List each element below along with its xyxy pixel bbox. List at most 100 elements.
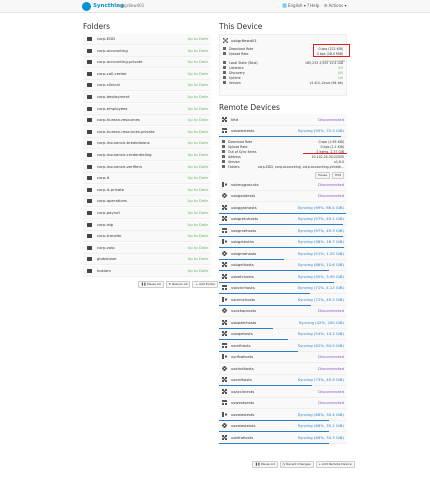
detail-key-label: Download Rate	[229, 46, 254, 51]
detail-key: Upload Rate	[223, 52, 317, 56]
detail-key: Folders	[222, 165, 258, 169]
remote-device-row[interactable]: usbwestests Syncing (95%, 75.3 GiB)	[219, 125, 347, 137]
add-folder-button[interactable]: + Add Folder	[192, 281, 219, 288]
remote-device-row[interactable]: usbgalatests Disconnected	[219, 190, 347, 202]
folder-name: corp-accounting-private	[97, 59, 143, 65]
folder-row[interactable]: corp-employees Up to Date	[83, 103, 211, 115]
detail-key: Discovery	[223, 71, 338, 75]
plus-icon: +	[318, 462, 322, 466]
folder-status: Up to Date	[187, 233, 209, 239]
remote-device-row[interactable]: usbgmahosts Syncing (51%, 1.25 GiB)	[219, 248, 347, 260]
remote-device-row[interactable]: usmmchosts Syncing (72%, 49.2 GiB)	[219, 294, 347, 306]
device-name: usbwestests	[231, 128, 255, 134]
device-status: Syncing (54%, 14.2 GiB)	[297, 331, 344, 337]
remote-device-row[interactable]: usbggrahosts Syncing (99%, 66.4 GiB)	[219, 202, 347, 214]
folder-row[interactable]: corp-call-center Up to Date	[83, 68, 211, 80]
folder-name: kustom	[97, 268, 111, 273]
device-status: Disconnected	[318, 193, 344, 199]
remote-device-row[interactable]: usacclinests Disconnected	[219, 386, 347, 398]
remote-device-row[interactable]: usmfhosts Syncing (62%, 84.9 GiB)	[219, 340, 347, 352]
remote-device-row[interactable]: usrfbahosts Disconnected	[219, 351, 347, 363]
folder-row[interactable]: corp-accounting-private Up to Date	[83, 57, 211, 69]
remote-device-row[interactable]: uswestsests Disconnected	[219, 397, 347, 409]
recent-changes-button[interactable]: ◷ Recent Changes	[279, 461, 314, 468]
folder-row[interactable]: corp-deployment Up to Date	[83, 92, 211, 103]
folder-row[interactable]: corp-insurance-verifiers Up to Date	[83, 161, 211, 173]
device-status: Syncing (71%, 4.13 GiB)	[297, 285, 344, 291]
folder-row[interactable]: corp-it Up to Date	[83, 173, 211, 185]
device-status: Syncing (86%, 35.2 GiB)	[297, 423, 344, 429]
device-name: usbgrsehosts	[231, 227, 257, 233]
device-name: kltd	[231, 116, 239, 122]
remote-device-row[interactable]: usbqahosts Syncing (54%, 14.2 GiB)	[219, 328, 347, 340]
folder-name: corp-deployment	[97, 94, 130, 99]
pause-icon: ❚❚	[255, 462, 261, 466]
remote-device-row[interactable]: usewesteists Syncing (86%, 35.2 GiB)	[219, 420, 347, 432]
device-status: Syncing (97%, 49.1 GiB)	[297, 216, 344, 222]
folder-row[interactable]: corp-voip Up to Date	[83, 242, 211, 254]
folder-name: corp-insurance-credentialing	[97, 152, 152, 157]
folder-row[interactable]: kustom Up to Date	[83, 266, 211, 277]
pause-all-devices-label: Pause All	[261, 462, 275, 466]
actions-menu[interactable]: ⚙Actions ▾	[324, 3, 347, 9]
pause-all-label: Pause All	[147, 282, 161, 286]
folder-row[interactable]: corp-operations Up to Date	[83, 196, 211, 208]
folder-row[interactable]: corp-transfer Up to Date	[83, 231, 211, 243]
folder-row[interactable]: corp-rdp Up to Date	[83, 219, 211, 231]
device-status: Syncing (62%, 84.9 GiB)	[297, 342, 344, 348]
detail-key-label: Version	[229, 80, 241, 85]
remote-device-row[interactable]: usactwprosts Disconnected	[219, 305, 347, 317]
device-identicon-icon	[222, 193, 227, 199]
remote-device-row[interactable]: usbetchosts Syncing (90%, 3.99 GiB)	[219, 271, 347, 283]
device-identicon-icon	[222, 239, 227, 245]
device-status: Disconnected	[318, 388, 344, 394]
remote-device-row[interactable]: usbgctesths Syncing (98%, 16.7 GiB)	[219, 236, 347, 248]
folder-row[interactable]: corp-human-resources-private Up to Date	[83, 126, 211, 138]
remote-device-row[interactable]: usbpatchosts Syncing (42%, 200 GiB)	[219, 317, 347, 329]
rescan-all-button[interactable]: ↻ Rescan All	[165, 281, 191, 288]
detail-key-label: Local State (Total)	[229, 60, 258, 65]
folder-row[interactable]: corp-human-resources Up to Date	[83, 115, 211, 127]
remote-device-row[interactable]: usewestests Syncing (86%, 30.4 GiB)	[219, 409, 347, 421]
remote-device-row[interactable]: usordhosts Syncing (73%, 45.9 GiB)	[219, 374, 347, 386]
detail-key-label: Upload Rate	[229, 51, 249, 56]
edit-device-button[interactable]: Edit	[332, 172, 344, 179]
device-name: usbgctesths	[231, 239, 254, 245]
detail-key-label: Upload Rate	[228, 144, 248, 149]
folder-icon	[87, 118, 92, 123]
folder-row[interactable]: corp-clinical Up to Date	[83, 80, 211, 92]
remote-device-row[interactable]: usbcirchosts Syncing (71%, 4.13 GiB)	[219, 282, 347, 294]
detail-value: 10.142.24.34:22000	[311, 154, 344, 159]
folder-row[interactable]: corp-accounting Up to Date	[83, 45, 211, 57]
remote-device-row[interactable]: usbgretuhosts Syncing (97%, 49.1 GiB)	[219, 213, 347, 225]
pause-device-button[interactable]: Pause	[315, 172, 331, 179]
folder-row[interactable]: globaluser Up to Date	[83, 254, 211, 266]
device-name: usbgretuhosts	[231, 216, 259, 222]
folder-row[interactable]: corp-insurance-breakdowns Up to Date	[83, 138, 211, 150]
device-status: Disconnected	[318, 400, 344, 406]
remote-devices-title: Remote Devices	[219, 103, 280, 112]
folder-row[interactable]: corp-it-private Up to Date	[83, 184, 211, 196]
language-menu[interactable]: 🌐English ▾	[282, 3, 306, 9]
detail-key-label: Listeners	[229, 65, 244, 70]
add-remote-device-button[interactable]: + Add Remote Device	[315, 461, 355, 468]
folder-row[interactable]: corp-insurance-credentialing Up to Date	[83, 150, 211, 161]
folder-name: corp-clinical	[97, 82, 120, 88]
folder-row[interactable]: corp-payroll Up to Date	[83, 208, 211, 219]
remote-detail-row: Address 10.142.24.34:22000	[219, 154, 347, 159]
remote-device-row[interactable]: usbfrahosts Syncing (86%, 34.3 GiB)	[219, 432, 347, 444]
pause-all-devices-button[interactable]: ❚❚ Pause All	[252, 461, 278, 468]
help-menu[interactable]: ?Help	[307, 3, 319, 9]
remote-device-row[interactable]: kltd Disconnected	[219, 114, 347, 126]
device-identicon-icon	[222, 354, 227, 360]
device-status: Syncing (95%, 75.3 GiB)	[297, 128, 344, 134]
folder-row[interactable]: corp-EDD Up to Date	[83, 34, 211, 45]
plus-icon: +	[195, 282, 198, 286]
remote-device-row[interactable]: usbgrsehosts Syncing (97%, 49.3 GiB)	[219, 225, 347, 237]
remote-device-row[interactable]: usbgelhosts Syncing (86%, 15.6 GiB)	[219, 259, 347, 271]
remote-device-row[interactable]: uselndhosts Disconnected	[219, 363, 347, 375]
pause-all-folders-button[interactable]: ❚❚ Pause All	[138, 281, 164, 288]
extra-rate-line: 0 bps (222 KiB)	[322, 59, 346, 63]
detail-icon	[222, 160, 225, 163]
remote-device-row[interactable]: usbmpgoscuts Disconnected	[219, 179, 347, 191]
